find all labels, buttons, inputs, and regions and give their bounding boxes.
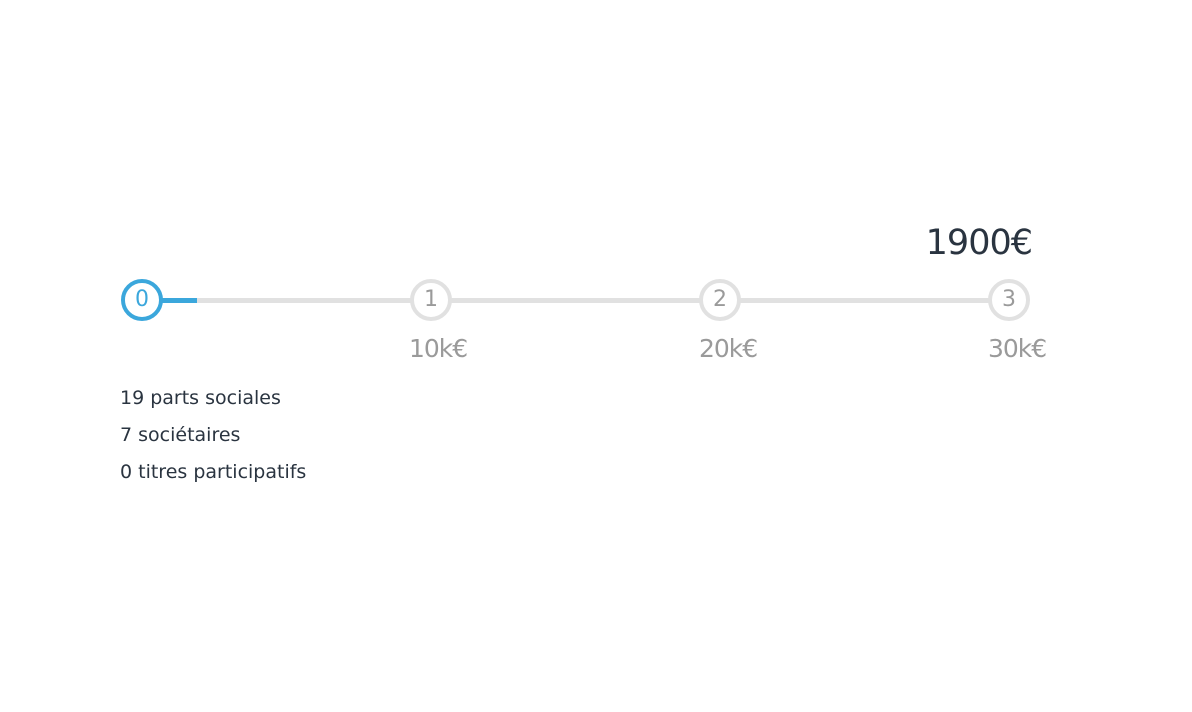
total-amount: 1900€ [925, 223, 1033, 263]
stat-societaires: 7 sociétaires [120, 424, 241, 446]
progress-track [142, 298, 1010, 303]
step-marker-1: 1 [410, 279, 452, 321]
stats-list: 19 parts sociales 7 sociétaires 0 titres… [120, 380, 306, 491]
step-marker-0: 0 [121, 279, 163, 321]
stat-titres-participatifs: 0 titres participatifs [120, 461, 307, 483]
funding-progress-widget: 1900€ 0 1 2 3 10k€ 20k€ 30k€ 19 parts so… [0, 0, 1192, 712]
step-marker-3: 3 [988, 279, 1030, 321]
step-amount-1: 10k€ [409, 334, 468, 363]
step-amount-3: 30k€ [988, 334, 1047, 363]
stat-parts-sociales: 19 parts sociales [120, 387, 281, 409]
step-marker-2: 2 [699, 279, 741, 321]
step-amount-2: 20k€ [699, 334, 758, 363]
